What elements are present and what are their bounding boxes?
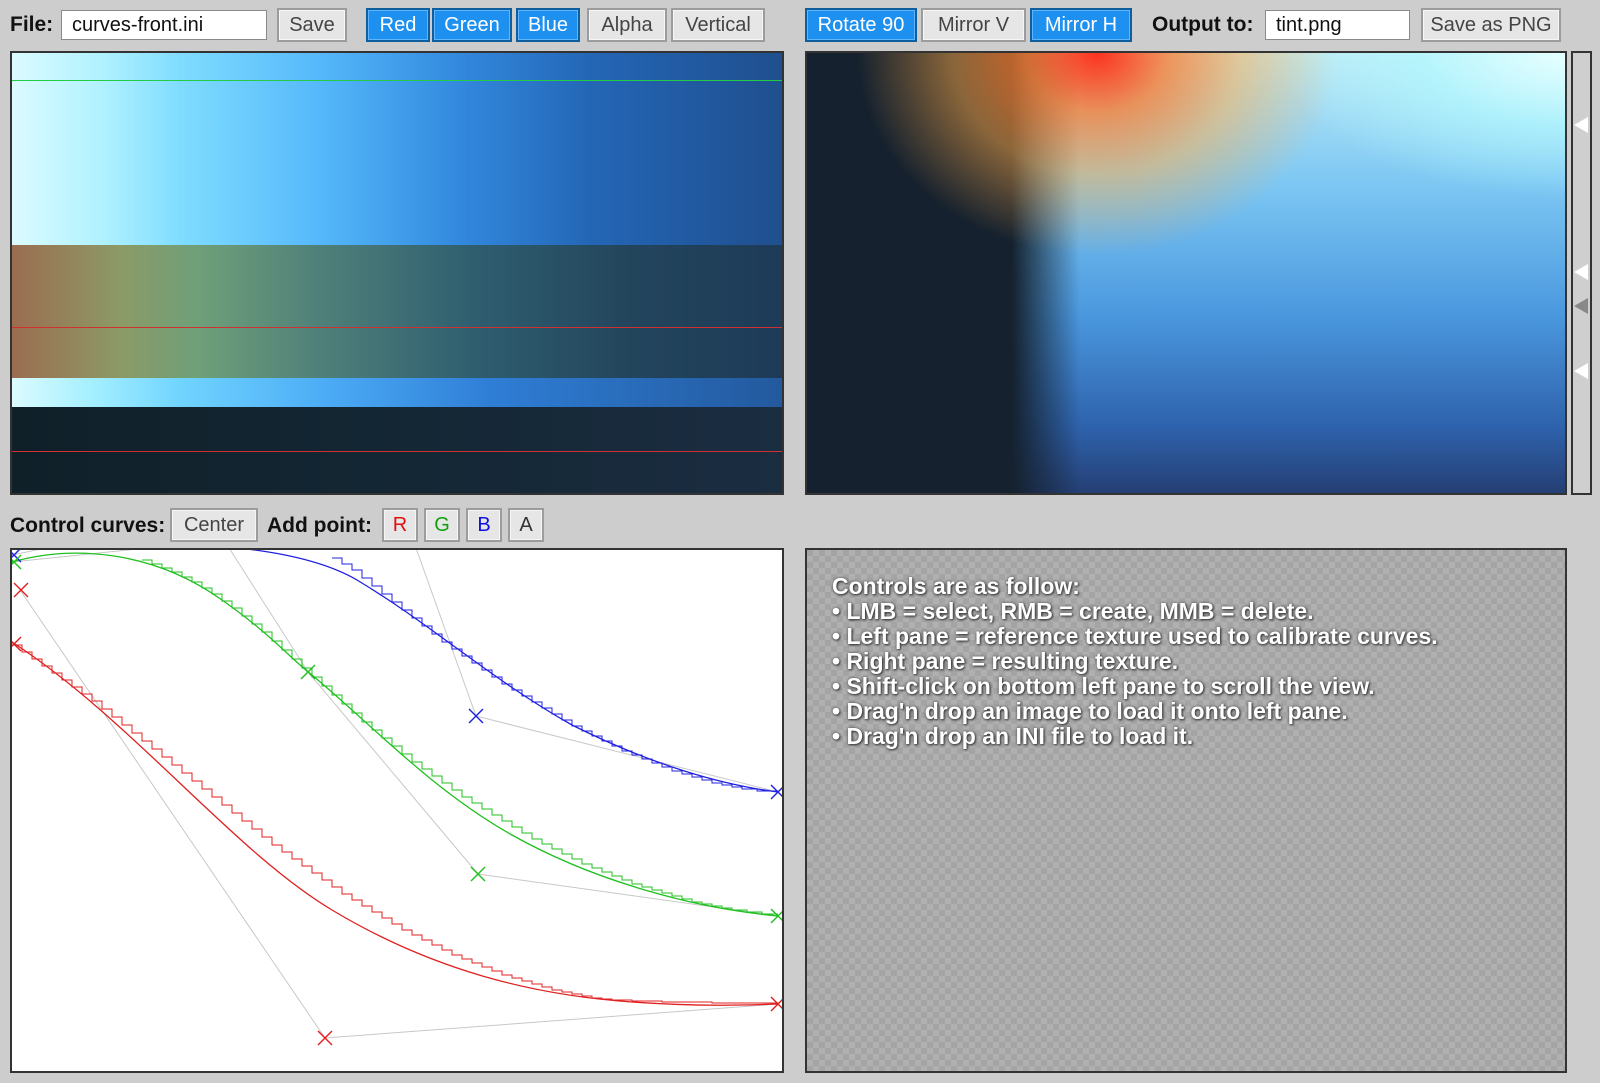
help-text: Controls are as follow: • LMB = select, … (832, 574, 1438, 749)
green-curve (12, 552, 779, 917)
add-point-label: Add point: (267, 514, 372, 537)
save-as-png-button[interactable]: Save as PNG (1421, 8, 1561, 42)
marker-arrow-icon[interactable] (1574, 117, 1588, 133)
cyan-guide-line (12, 493, 782, 494)
help-line: • Right pane = resulting texture. (832, 648, 1179, 674)
green-control-point[interactable] (300, 664, 316, 680)
marker-arrow-icon[interactable] (1574, 264, 1588, 280)
blue-curve-stepped (332, 557, 778, 792)
green-control-point[interactable] (470, 866, 486, 882)
control-curves-label: Control curves: (10, 514, 166, 537)
red-control-point[interactable] (13, 582, 29, 598)
help-line: • Left pane = reference texture used to … (832, 623, 1438, 649)
add-blue-point-button[interactable]: B (466, 508, 502, 542)
add-alpha-point-button[interactable]: A (508, 508, 544, 542)
save-button[interactable]: Save (277, 8, 347, 42)
control-polygons (12, 550, 779, 1039)
green-curve-stepped (142, 559, 778, 915)
red-curve (12, 641, 779, 1006)
center-button[interactable]: Center (170, 508, 258, 542)
result-texture-pane (805, 51, 1567, 495)
red-curve-stepped (12, 644, 778, 1004)
reference-texture-pane[interactable] (10, 51, 784, 495)
red-guide-line (12, 327, 782, 328)
reference-gradient-band (12, 53, 782, 245)
channel-green-toggle[interactable]: Green (432, 8, 512, 42)
mirror-h-toggle[interactable]: Mirror H (1030, 8, 1132, 42)
marker-arrow-icon[interactable] (1574, 298, 1588, 314)
blue-curve (249, 550, 779, 793)
help-line: • Drag'n drop an image to load it onto l… (832, 698, 1348, 724)
curves (12, 550, 779, 1006)
channel-blue-toggle[interactable]: Blue (516, 8, 580, 42)
vertical-toggle[interactable]: Vertical (671, 8, 765, 42)
reference-gradient-band (12, 245, 782, 378)
output-label: Output to: (1152, 13, 1254, 36)
help-line: Controls are as follow: (832, 573, 1080, 599)
control-points[interactable] (12, 550, 784, 1046)
blue-control-point[interactable] (468, 708, 484, 724)
help-pane: Controls are as follow: • LMB = select, … (805, 548, 1567, 1073)
help-line: • Drag'n drop an INI file to load it. (832, 723, 1194, 749)
help-line: • Shift-click on bottom left pane to scr… (832, 673, 1375, 699)
curve-editor-canvas[interactable] (12, 550, 784, 1073)
rotate-90-toggle[interactable]: Rotate 90 (805, 8, 917, 42)
channel-alpha-toggle[interactable]: Alpha (587, 8, 667, 42)
help-line: • LMB = select, RMB = create, MMB = dele… (832, 598, 1314, 624)
output-file-input[interactable] (1265, 10, 1410, 40)
red-control-polygon (19, 589, 779, 1039)
marker-arrow-icon[interactable] (1574, 363, 1588, 379)
green-guide-line (12, 80, 782, 81)
reference-gradient-band (12, 378, 782, 407)
mirror-v-toggle[interactable]: Mirror V (921, 8, 1026, 42)
file-name-input[interactable] (61, 10, 267, 40)
blue-control-point[interactable] (770, 784, 784, 800)
add-green-point-button[interactable]: G (424, 508, 460, 542)
red-control-point[interactable] (12, 636, 22, 652)
add-red-point-button[interactable]: R (382, 508, 418, 542)
file-label: File: (10, 13, 54, 36)
channel-red-toggle[interactable]: Red (366, 8, 430, 42)
vertical-scrollbar[interactable] (1571, 51, 1592, 495)
blue-control-polygon (12, 550, 779, 793)
curve-editor-pane[interactable] (10, 548, 784, 1073)
red-guide-line (12, 451, 782, 452)
